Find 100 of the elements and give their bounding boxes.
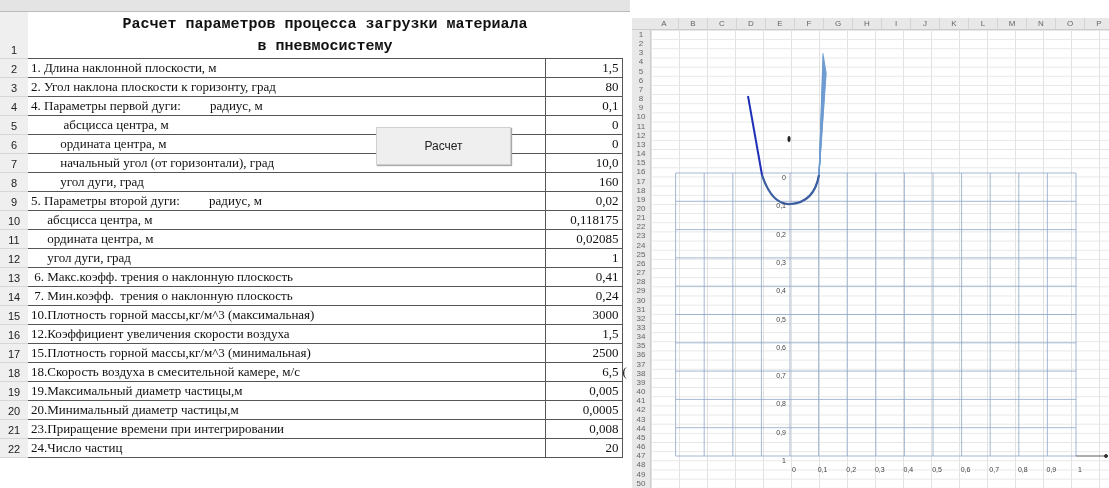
parameter-value: 160 [545,172,622,192]
row-number: 22 [635,222,647,232]
column-header: P [1085,18,1109,29]
row-number: 47 [635,451,647,461]
parameter-value: 0,02 [545,191,622,211]
parameter-label: 20.Минимальный диаметр частицы,м [28,400,545,420]
parameter-value: 0 [545,134,622,154]
parameter-label: 19.Максимальный диаметр частицы,м [28,381,545,401]
parameter-label: 6. Макс.коэфф. трения о наклонную плоскость [28,267,545,287]
column-header: A [650,18,679,29]
row-number: 34 [635,332,647,342]
parameter-label: 24.Число частиц [28,438,545,458]
parameter-label: 1. Длина наклонной плоскости, м [28,58,545,78]
column-header: L [969,18,998,29]
parameter-label: ордината центра, м [28,229,545,249]
row-number: 7 [637,84,645,95]
row-number: 35 [635,341,647,351]
column-header: N [1027,18,1056,29]
row-number: 48 [635,460,647,470]
parameter-value: 0,118175 [545,210,622,230]
row-number: 5 [637,66,645,76]
row-number: 44 [635,423,647,433]
row-number: 17 [635,176,647,186]
column-header: G [824,18,853,29]
column-header: I [882,18,911,29]
parameter-label: 18.Скорость воздуха в смесительной камере, м/с [28,362,545,382]
row-number: 32 [635,313,647,323]
row-number: 43 [635,414,647,424]
column-header: O [1056,18,1085,29]
column-header: E [766,18,795,29]
row-number: 33 [635,323,647,333]
column-header: F [795,18,824,29]
parameter-value: 0 [545,115,622,135]
row-number: 38 [635,368,647,378]
column-header: H [853,18,882,29]
row-number: 26 [635,258,647,269]
parameter-label: 7. Мин.коэфф. трения о наклонную плоскость [28,286,545,306]
row-number: 25 [635,249,647,259]
parameter-label: абсцисса центра, м [28,210,545,230]
row-number: 49 [635,469,647,479]
row-number: 39 [635,377,647,388]
parameter-label: угол дуги, град [28,172,545,192]
parameter-value: 80 [545,77,622,97]
column-header: M [998,18,1027,29]
parameter-value: 20 [545,438,622,458]
row-number: 36 [635,350,647,360]
row-number: 46 [635,442,647,452]
row-number: 9 [637,103,645,113]
row-number: 42 [635,405,647,415]
row-number: 19 [635,194,647,204]
row-number: 37 [635,359,647,369]
parameter-label: 2. Угол наклона плоскости к горизонту, град [28,77,545,97]
parameter-value: 6,5 [545,362,622,382]
sheet-title: Расчет параметров процесса загрузки материала в пневмосистему [28,12,622,59]
row-number: 31 [635,304,647,314]
calculate-button[interactable]: Расчет [376,127,511,165]
parameter-label: 5. Параметры второй дуги: радиус, м [28,191,545,211]
row-number: 13 [635,139,647,150]
column-header: J [911,18,940,29]
parameter-label: 15.Плотность горной массы,кг/м^3 (минимальная) [28,343,545,363]
row-number: 1 [0,12,28,59]
parameter-value: 0,005 [545,381,622,401]
row-number: 30 [635,295,647,305]
parameter-value: 3000 [545,305,622,325]
column-header: K [940,18,969,29]
parameter-label: 12.Коэффициент увеличения скорости воздуха [28,324,545,344]
row-number: 16 [635,167,647,177]
parameter-value: 0,41 [545,267,622,287]
parameter-value: 10,0 [545,153,622,173]
table-cell: ( [622,364,627,379]
row-number: 8 [637,94,645,104]
row-number: 15 [635,158,647,168]
row-number: 27 [635,268,647,278]
row-number: 41 [635,396,647,406]
column-header: C [708,18,737,29]
row-number: 50 [635,478,647,488]
row-number: 12 [635,130,647,140]
parameter-value: 2500 [545,343,622,363]
row-number: 1 [637,30,645,40]
row-number: 6 [637,75,645,85]
row-number: 11 [635,121,647,131]
parameter-label: 10.Плотность горной массы,кг/м^3 (максимальная) [28,305,545,325]
row-number: 4 [637,57,645,67]
row-number: 28 [635,277,647,287]
parameter-label: 23.Приращение времени при интегрировании [28,419,545,439]
row-number: 45 [635,432,647,443]
row-number: 3 [637,48,645,58]
parameter-value: 0,0005 [545,400,622,420]
parameter-value: 1,5 [545,324,622,344]
row-number: 18 [635,185,647,195]
parameter-label: 4. Параметры первой дуги: радиус, м [28,96,545,116]
column-header: B [679,18,708,29]
row-number: 10 [635,112,647,122]
row-number: 21 [635,213,647,223]
parameter-value: 1 [545,248,622,268]
row-number: 29 [635,286,647,296]
row-number: 14 [635,149,647,159]
parameter-value: 1,5 [545,58,622,78]
parameter-label: угол дуги, град [28,248,545,268]
parameter-value: 0,1 [545,96,622,116]
